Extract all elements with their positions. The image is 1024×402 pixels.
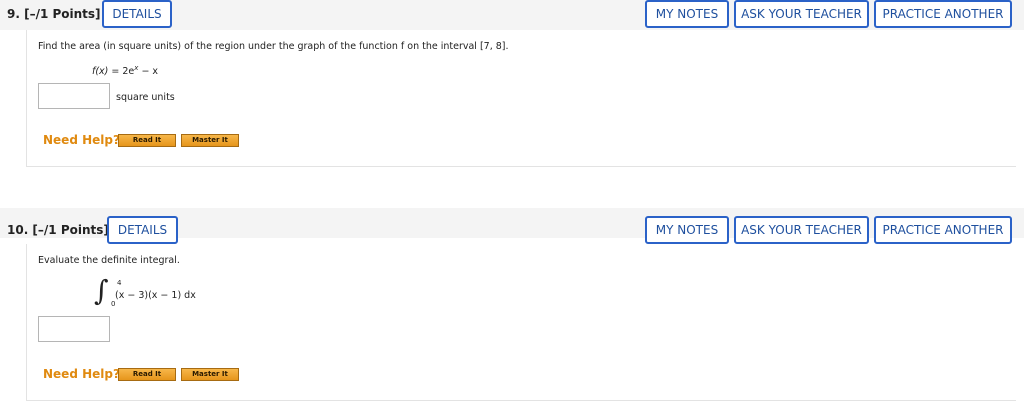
q9-formula-rest: − x <box>138 66 159 78</box>
q9-formula: f(x) = 2ex − x <box>92 64 158 77</box>
q9-need-help-label: Need Help? <box>43 133 120 147</box>
q9-answer-input[interactable] <box>38 83 110 109</box>
q10-need-help-label: Need Help? <box>43 367 120 381</box>
q10-upper-limit: 4 <box>117 279 122 287</box>
q10-lower-limit: 0 <box>111 300 116 308</box>
q9-units-label: square units <box>116 92 175 103</box>
q10-integral-sign: ∫ <box>94 274 109 307</box>
q10-ask-teacher-button[interactable]: ASK YOUR TEACHER <box>734 216 869 244</box>
q10-master-it-button[interactable]: Master It <box>181 368 239 381</box>
q10-points-label: 10. [–/1 Points] <box>7 223 109 237</box>
q10-my-notes-button[interactable]: MY NOTES <box>645 216 729 244</box>
q10-practice-another-button[interactable]: PRACTICE ANOTHER <box>874 216 1012 244</box>
q10-details-button[interactable]: DETAILS <box>107 216 178 244</box>
q10-prompt: Evaluate the definite integral. <box>38 255 180 266</box>
q10-integrand: (x − 3)(x − 1) dx <box>115 290 196 301</box>
q9-points-label: 9. [–/1 Points] <box>7 7 101 21</box>
q9-formula-lhs: f(x) <box>92 66 109 78</box>
q9-ask-teacher-button[interactable]: ASK YOUR TEACHER <box>734 0 869 28</box>
q10-read-it-button[interactable]: Read It <box>118 368 176 381</box>
q9-formula-eq: = 2e <box>108 66 135 78</box>
q9-master-it-button[interactable]: Master It <box>181 134 239 147</box>
q9-prompt: Find the area (in square units) of the r… <box>38 41 509 52</box>
q9-my-notes-button[interactable]: MY NOTES <box>645 0 729 28</box>
q9-read-it-button[interactable]: Read It <box>118 134 176 147</box>
q9-details-button[interactable]: DETAILS <box>102 0 172 28</box>
q9-practice-another-button[interactable]: PRACTICE ANOTHER <box>874 0 1012 28</box>
q10-answer-input[interactable] <box>38 316 110 342</box>
